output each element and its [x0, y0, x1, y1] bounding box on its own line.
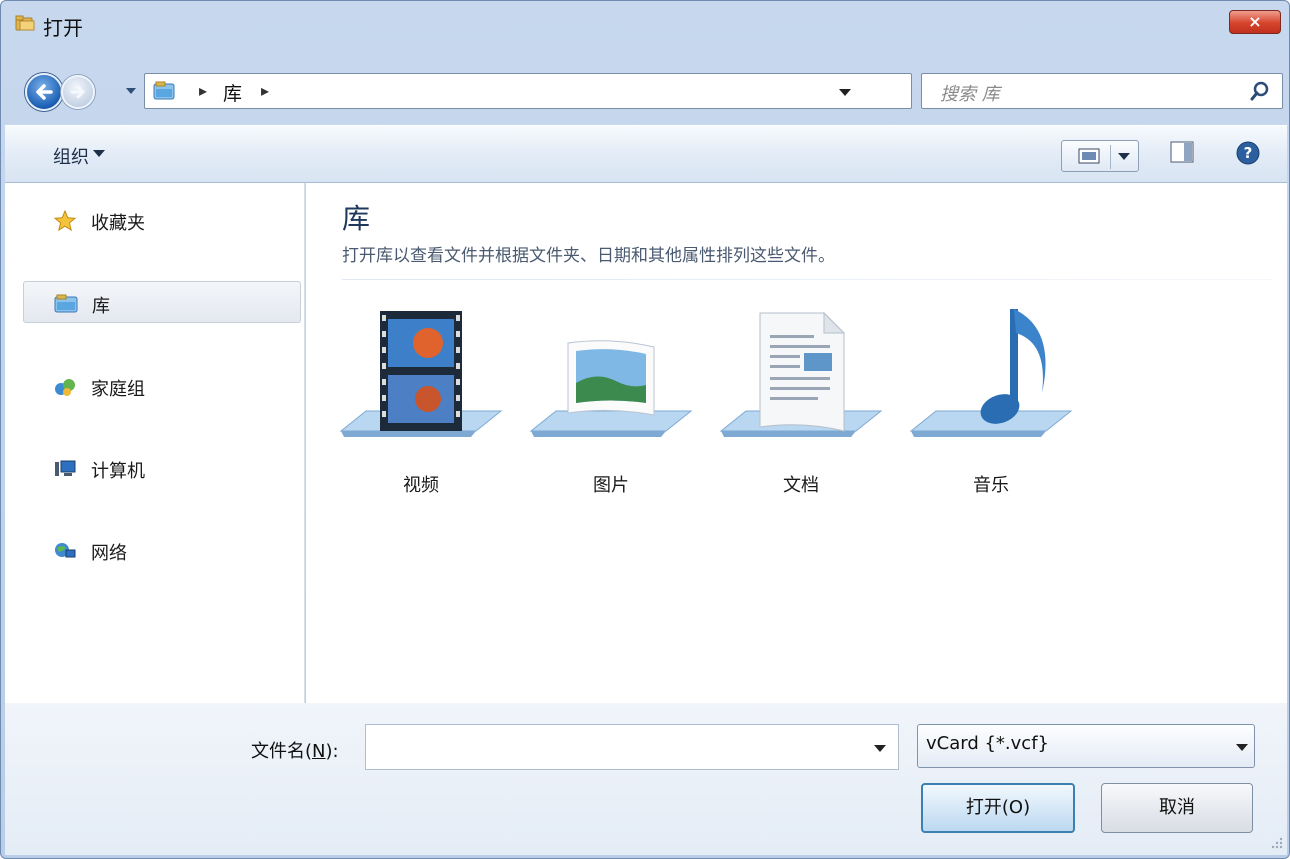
navigation-pane: 收藏夹 库 家庭组 计算机 网络: [5, 183, 305, 703]
library-tile-videos[interactable]: 视频: [336, 303, 506, 513]
sidebar-item-label: 网络: [91, 543, 127, 564]
documents-library-icon: [719, 311, 883, 437]
sidebar-item-network[interactable]: 网络: [5, 529, 305, 571]
star-icon: [53, 209, 77, 232]
open-button[interactable]: 打开(O): [921, 783, 1075, 833]
music-library-icon: [909, 309, 1073, 437]
forward-button[interactable]: [61, 75, 95, 109]
filetype-value: vCard {*.vcf}: [926, 733, 1049, 754]
folder-open-icon: [15, 15, 35, 31]
breadcrumb-chevron-icon[interactable]: ▸: [261, 81, 269, 100]
search-input[interactable]: 搜索 库: [921, 73, 1283, 109]
library-tile-music[interactable]: 音乐: [906, 303, 1076, 513]
close-icon: ×: [1248, 12, 1262, 31]
library-tile-documents[interactable]: 文档: [716, 303, 886, 513]
computer-icon: [55, 460, 76, 476]
sidebar-item-favorites[interactable]: 收藏夹: [5, 199, 305, 241]
address-history-dropdown-icon[interactable]: [839, 89, 851, 97]
recent-pages-dropdown-icon[interactable]: [125, 85, 137, 97]
library-tile-pictures[interactable]: 图片: [526, 303, 696, 513]
network-icon: [55, 543, 76, 558]
library-content: 库 打开库以查看文件并根据文件夹、日期和其他属性排列这些文件。 视频 图片 文档…: [306, 183, 1287, 703]
close-button[interactable]: ×: [1229, 10, 1281, 34]
breadcrumb-chevron-icon[interactable]: ▸: [199, 81, 207, 100]
library-tile-label: 图片: [593, 475, 629, 496]
video-library-icon: [339, 311, 503, 437]
sidebar-item-label: 库: [92, 296, 110, 317]
page-title: 库: [342, 202, 371, 235]
file-chooser-footer: 文件名(N): vCard {*.vcf} 打开(O) 取消: [5, 703, 1287, 855]
library-icon: [153, 81, 175, 100]
resize-grip-icon[interactable]: [1269, 835, 1283, 849]
svg-text:?: ?: [1244, 144, 1253, 162]
arrow-right-icon: [70, 85, 85, 99]
breadcrumb-item[interactable]: 库: [223, 79, 242, 106]
search-icon[interactable]: [1250, 81, 1270, 101]
sidebar-item-libraries[interactable]: 库: [23, 281, 301, 323]
view-icon: [1078, 148, 1100, 164]
pictures-library-icon: [529, 340, 693, 437]
cancel-button[interactable]: 取消: [1101, 783, 1253, 833]
title-bar: 打开 ×: [1, 1, 1289, 63]
chevron-down-icon[interactable]: [874, 745, 886, 753]
help-icon[interactable]: ?: [1235, 140, 1261, 166]
chevron-down-icon[interactable]: [1236, 744, 1248, 752]
homegroup-icon: [55, 379, 75, 396]
back-button[interactable]: [25, 73, 63, 111]
search-placeholder: 搜索 库: [940, 84, 1000, 105]
command-toolbar: 组织 ?: [5, 125, 1287, 183]
filetype-select[interactable]: vCard {*.vcf}: [917, 724, 1255, 768]
window-title: 打开: [43, 16, 83, 40]
change-view-button[interactable]: [1061, 140, 1139, 172]
navigation-bar: ▸ 库 ▸ ↺ 搜索 库: [1, 63, 1289, 118]
filename-label: 文件名(N):: [251, 741, 339, 762]
organize-menu-button[interactable]: 组织: [53, 143, 89, 169]
sidebar-item-label: 计算机: [91, 461, 145, 482]
chevron-down-icon[interactable]: [1118, 153, 1130, 161]
chevron-down-icon[interactable]: [93, 150, 105, 158]
divider: [342, 279, 1272, 280]
arrow-left-icon: [36, 84, 53, 100]
open-file-dialog: 打开 × ▸ 库 ▸ 搜索 库 组织 ? 收藏夹 库 家庭组 计算机 网络 库 …: [0, 0, 1290, 859]
library-tile-label: 音乐: [973, 475, 1009, 496]
sidebar-item-label: 收藏夹: [91, 213, 145, 234]
library-icon: [54, 294, 78, 313]
filename-input[interactable]: [365, 724, 899, 770]
sidebar-item-label: 家庭组: [91, 379, 145, 400]
page-description: 打开库以查看文件并根据文件夹、日期和其他属性排列这些文件。: [342, 246, 835, 266]
library-tile-label: 文档: [783, 475, 819, 496]
address-bar[interactable]: ▸ 库 ▸ ↺: [144, 73, 1039, 109]
sidebar-item-homegroup[interactable]: 家庭组: [5, 365, 305, 407]
sidebar-item-computer[interactable]: 计算机: [5, 447, 305, 489]
library-tile-label: 视频: [403, 475, 439, 496]
preview-pane-icon[interactable]: [1170, 141, 1194, 163]
